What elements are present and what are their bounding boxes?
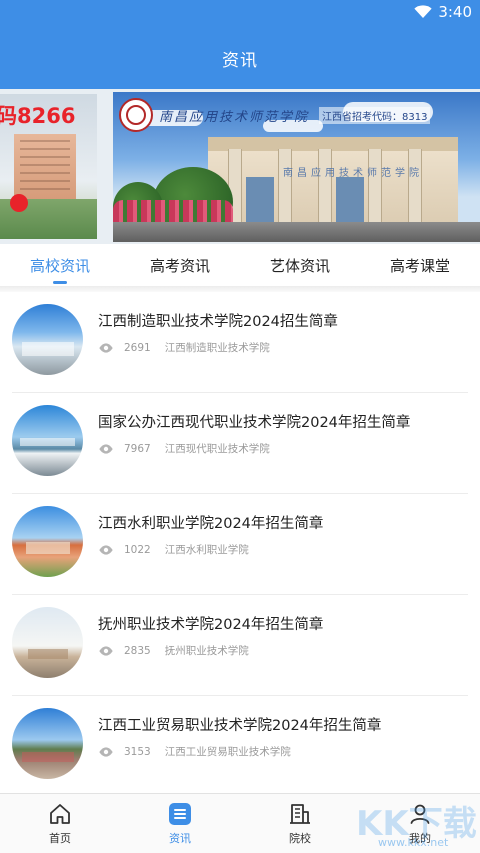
news-list: 江西制造职业技术学院2024招生简章 2691 江西制造职业技术学院 国家公办江… <box>0 292 480 797</box>
school-logo-icon <box>119 98 153 132</box>
page-title: 资讯 <box>222 50 258 71</box>
news-meta: 1022 江西水利职业学院 <box>98 542 249 557</box>
nav-label: 首页 <box>49 832 71 845</box>
news-meta: 2835 抚州职业技术学院 <box>98 643 249 658</box>
news-title: 江西制造职业技术学院2024招生简章 <box>98 314 338 330</box>
news-icon <box>167 801 193 827</box>
banner-school-name: 南昌应用技术师范学院 <box>159 109 310 125</box>
status-icons: 3:40 <box>414 3 472 21</box>
eye-icon <box>99 746 113 757</box>
balloon-image <box>10 194 28 212</box>
app-screen: 3:40 资讯 码8266 南昌应用技术师范学院 南昌应用技术师范学院 江西省招… <box>0 0 480 853</box>
banner-slide-current[interactable]: 南昌应用技术师范学院 南昌应用技术师范学院 江西省招考代码：8313 <box>113 92 480 242</box>
tab-label: 艺体资讯 <box>269 256 330 275</box>
eye-icon <box>99 645 113 656</box>
news-thumbnail <box>12 708 83 779</box>
status-time: 3:40 <box>438 3 472 21</box>
nav-schools[interactable]: 院校 <box>240 794 360 853</box>
nav-label: 我的 <box>409 832 431 845</box>
tab-art-sports-news[interactable]: 艺体资讯 <box>240 244 360 286</box>
building-image <box>14 134 76 204</box>
tab-gaokao-news[interactable]: 高考资讯 <box>120 244 240 286</box>
tab-gaokao-class[interactable]: 高考课堂 <box>360 244 480 286</box>
news-source: 江西制造职业技术学院 <box>164 342 270 354</box>
news-list-item[interactable]: 国家公办江西现代职业技术学院2024年招生简章 7967 江西现代职业技术学院 <box>0 393 480 494</box>
tab-label: 高考课堂 <box>389 256 450 275</box>
thumbnail-building <box>26 542 70 554</box>
view-count: 2691 <box>124 341 151 354</box>
banner-slide-prev[interactable]: 码8266 <box>0 94 97 239</box>
thumbnail-building <box>22 342 74 356</box>
view-count: 7967 <box>124 442 151 455</box>
news-meta: 2691 江西制造职业技术学院 <box>98 340 270 355</box>
nav-label: 院校 <box>289 832 311 845</box>
banner-admission-code: 江西省招考代码：8313 <box>319 106 431 124</box>
news-title: 江西水利职业学院2024年招生简章 <box>98 516 324 532</box>
view-count: 2835 <box>124 644 151 657</box>
nav-home[interactable]: 首页 <box>0 794 120 853</box>
news-thumbnail <box>12 405 83 476</box>
view-count: 3153 <box>124 745 151 758</box>
thumbnail-building <box>22 752 74 762</box>
nav-news[interactable]: 资讯 <box>120 794 240 853</box>
tab-label: 高考资讯 <box>149 256 210 275</box>
eye-icon <box>99 443 113 454</box>
app-header: 资讯 <box>0 27 480 89</box>
news-meta: 3153 江西工业贸易职业技术学院 <box>98 744 291 759</box>
news-title: 江西工业贸易职业技术学院2024年招生简章 <box>98 718 382 734</box>
thumbnail-building <box>28 649 68 659</box>
news-title: 国家公办江西现代职业技术学院2024年招生简章 <box>98 415 411 431</box>
view-count: 1022 <box>124 543 151 556</box>
tab-college-news[interactable]: 高校资讯 <box>0 244 120 286</box>
banner-prev-text: 码8266 <box>0 104 76 128</box>
news-source: 江西现代职业技术学院 <box>164 443 270 455</box>
banner-caption-row: 南昌应用技术师范学院 江西省招考代码：8313 <box>119 98 431 132</box>
bottom-nav: 首页 资讯 院校 我的 <box>0 793 480 853</box>
banner-carousel[interactable]: 码8266 南昌应用技术师范学院 南昌应用技术师范学院 江西省招考代码：8313 <box>0 89 480 244</box>
tab-label: 高校资讯 <box>29 256 90 275</box>
thumbnail-building <box>20 438 75 446</box>
news-meta: 7967 江西现代职业技术学院 <box>98 441 270 456</box>
news-list-item[interactable]: 江西水利职业学院2024年招生简章 1022 江西水利职业学院 <box>0 494 480 595</box>
road-image <box>113 222 480 242</box>
news-thumbnail <box>12 304 83 375</box>
status-bar: 3:40 <box>0 0 480 27</box>
news-title: 抚州职业技术学院2024年招生简章 <box>98 617 324 633</box>
nav-profile[interactable]: 我的 <box>360 794 480 853</box>
eye-icon <box>99 342 113 353</box>
news-list-item[interactable]: 江西工业贸易职业技术学院2024年招生简章 3153 江西工业贸易职业技术学院 <box>0 696 480 797</box>
user-icon <box>407 801 433 827</box>
nav-label: 资讯 <box>169 832 191 845</box>
home-icon <box>47 801 73 827</box>
wifi-icon <box>414 5 432 18</box>
news-source: 抚州职业技术学院 <box>164 645 249 657</box>
category-tabs: 高校资讯 高考资讯 艺体资讯 高考课堂 <box>0 244 480 286</box>
news-source: 江西工业贸易职业技术学院 <box>164 746 291 758</box>
news-source: 江西水利职业学院 <box>164 544 249 556</box>
news-thumbnail <box>12 506 83 577</box>
news-thumbnail <box>12 607 83 678</box>
news-list-item[interactable]: 抚州职业技术学院2024年招生简章 2835 抚州职业技术学院 <box>0 595 480 696</box>
news-list-item[interactable]: 江西制造职业技术学院2024招生简章 2691 江西制造职业技术学院 <box>0 292 480 393</box>
eye-icon <box>99 544 113 555</box>
school-icon <box>287 801 313 827</box>
gate-lettering: 南昌应用技术师范学院 <box>283 168 423 179</box>
